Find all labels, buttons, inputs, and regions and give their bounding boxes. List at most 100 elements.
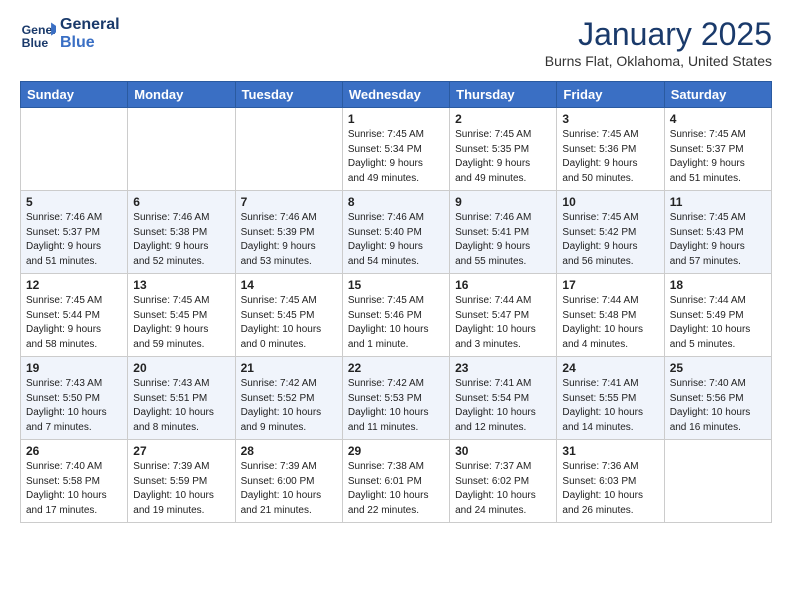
calendar-cell: 11 Sunrise: 7:45 AM Sunset: 5:43 PM Dayli… [664,191,771,274]
day-info: Sunrise: 7:38 AM Sunset: 6:01 PM Dayligh… [348,460,444,518]
day-info: Sunrise: 7:40 AM Sunset: 5:58 PM Dayligh… [26,460,122,518]
calendar-cell: 9Sunrise: 7:46 AM Sunset: 5:41 PM Daylig… [450,191,557,274]
calendar-cell: 31 Sunrise: 7:36 AM Sunset: 6:03 PM Dayli… [557,440,664,523]
calendar-cell: 20 Sunrise: 7:43 AM Sunset: 5:51 PM Dayli… [128,357,235,440]
calendar-cell: 10 Sunrise: 7:45 AM Sunset: 5:42 PM Dayli… [557,191,664,274]
calendar-cell: 16 Sunrise: 7:44 AM Sunset: 5:47 PM Dayli… [450,274,557,357]
day-info: Sunrise: 7:45 AM Sunset: 5:43 PM Dayligh… [670,211,766,269]
day-info: Sunrise: 7:46 AM Sunset: 5:37 PM Dayligh… [26,211,122,269]
day-info: Sunrise: 7:44 AM Sunset: 5:47 PM Dayligh… [455,294,551,352]
day-info: Sunrise: 7:45 AM Sunset: 5:45 PM Dayligh… [133,294,229,352]
day-info: Sunrise: 7:45 AM Sunset: 5:42 PM Dayligh… [562,211,658,269]
day-info: Sunrise: 7:46 AM Sunset: 5:39 PM Dayligh… [241,211,337,269]
svg-text:Blue: Blue [22,36,49,50]
month-title: January 2025 [545,16,772,53]
calendar-cell: 14 Sunrise: 7:45 AM Sunset: 5:45 PM Dayli… [235,274,342,357]
logo: General Blue General Blue [20,16,120,53]
day-number: 24 [562,361,658,375]
day-number: 1 [348,112,444,126]
header: General Blue General Blue January 2025 B… [20,16,772,69]
day-number: 31 [562,444,658,458]
day-number: 20 [133,361,229,375]
day-number: 18 [670,278,766,292]
calendar-row-5: 26 Sunrise: 7:40 AM Sunset: 5:58 PM Dayli… [21,440,772,523]
day-info: Sunrise: 7:46 AM Sunset: 5:38 PM Dayligh… [133,211,229,269]
day-info: Sunrise: 7:46 AM Sunset: 5:41 PM Dayligh… [455,211,551,269]
calendar-cell [21,108,128,191]
weekday-wednesday: Wednesday [342,82,449,108]
calendar-cell: 1 Sunrise: 7:45 AM Sunset: 5:34 PM Daylig… [342,108,449,191]
day-number: 29 [348,444,444,458]
day-info: Sunrise: 7:39 AM Sunset: 6:00 PM Dayligh… [241,460,337,518]
calendar-cell [664,440,771,523]
day-number: 21 [241,361,337,375]
weekday-monday: Monday [128,82,235,108]
calendar-cell [235,108,342,191]
day-number: 19 [26,361,122,375]
calendar-cell: 13Sunrise: 7:45 AM Sunset: 5:45 PM Dayli… [128,274,235,357]
calendar-row-4: 19 Sunrise: 7:43 AM Sunset: 5:50 PM Dayli… [21,357,772,440]
day-number: 30 [455,444,551,458]
calendar-row-1: 1 Sunrise: 7:45 AM Sunset: 5:34 PM Daylig… [21,108,772,191]
day-info: Sunrise: 7:45 AM Sunset: 5:35 PM Dayligh… [455,128,551,186]
title-block: January 2025 Burns Flat, Oklahoma, Unite… [545,16,772,69]
calendar-cell: 15Sunrise: 7:45 AM Sunset: 5:46 PM Dayli… [342,274,449,357]
day-number: 14 [241,278,337,292]
calendar-cell: 2Sunrise: 7:45 AM Sunset: 5:35 PM Daylig… [450,108,557,191]
weekday-header-row: SundayMondayTuesdayWednesdayThursdayFrid… [21,82,772,108]
day-info: Sunrise: 7:45 AM Sunset: 5:37 PM Dayligh… [670,128,766,186]
day-number: 10 [562,195,658,209]
weekday-tuesday: Tuesday [235,82,342,108]
calendar-cell: 22Sunrise: 7:42 AM Sunset: 5:53 PM Dayli… [342,357,449,440]
day-number: 7 [241,195,337,209]
day-number: 3 [562,112,658,126]
calendar-cell: 24Sunrise: 7:41 AM Sunset: 5:55 PM Dayli… [557,357,664,440]
svg-text:General: General [22,23,56,37]
day-number: 5 [26,195,122,209]
day-info: Sunrise: 7:44 AM Sunset: 5:48 PM Dayligh… [562,294,658,352]
calendar-cell: 8 Sunrise: 7:46 AM Sunset: 5:40 PM Daylig… [342,191,449,274]
day-info: Sunrise: 7:45 AM Sunset: 5:34 PM Dayligh… [348,128,444,186]
logo-line1: General [60,16,120,34]
location: Burns Flat, Oklahoma, United States [545,53,772,69]
day-info: Sunrise: 7:42 AM Sunset: 5:52 PM Dayligh… [241,377,337,435]
day-info: Sunrise: 7:46 AM Sunset: 5:40 PM Dayligh… [348,211,444,269]
weekday-saturday: Saturday [664,82,771,108]
calendar-cell [128,108,235,191]
day-info: Sunrise: 7:45 AM Sunset: 5:36 PM Dayligh… [562,128,658,186]
page: General Blue General Blue January 2025 B… [0,0,792,543]
day-info: Sunrise: 7:45 AM Sunset: 5:46 PM Dayligh… [348,294,444,352]
calendar-cell: 28 Sunrise: 7:39 AM Sunset: 6:00 PM Dayli… [235,440,342,523]
calendar-cell: 7 Sunrise: 7:46 AM Sunset: 5:39 PM Daylig… [235,191,342,274]
day-number: 17 [562,278,658,292]
day-info: Sunrise: 7:40 AM Sunset: 5:56 PM Dayligh… [670,377,766,435]
day-info: Sunrise: 7:43 AM Sunset: 5:50 PM Dayligh… [26,377,122,435]
day-number: 16 [455,278,551,292]
calendar-cell: 26 Sunrise: 7:40 AM Sunset: 5:58 PM Dayli… [21,440,128,523]
day-number: 22 [348,361,444,375]
calendar-cell: 3 Sunrise: 7:45 AM Sunset: 5:36 PM Daylig… [557,108,664,191]
calendar-cell: 30Sunrise: 7:37 AM Sunset: 6:02 PM Dayli… [450,440,557,523]
calendar-cell: 19 Sunrise: 7:43 AM Sunset: 5:50 PM Dayli… [21,357,128,440]
day-number: 6 [133,195,229,209]
weekday-thursday: Thursday [450,82,557,108]
day-number: 26 [26,444,122,458]
calendar-cell: 29 Sunrise: 7:38 AM Sunset: 6:01 PM Dayli… [342,440,449,523]
day-info: Sunrise: 7:43 AM Sunset: 5:51 PM Dayligh… [133,377,229,435]
calendar-row-2: 5 Sunrise: 7:46 AM Sunset: 5:37 PM Daylig… [21,191,772,274]
logo-icon: General Blue [20,16,56,52]
day-number: 4 [670,112,766,126]
calendar-cell: 25Sunrise: 7:40 AM Sunset: 5:56 PM Dayli… [664,357,771,440]
calendar-cell: 27Sunrise: 7:39 AM Sunset: 5:59 PM Dayli… [128,440,235,523]
day-info: Sunrise: 7:45 AM Sunset: 5:45 PM Dayligh… [241,294,337,352]
weekday-sunday: Sunday [21,82,128,108]
day-number: 12 [26,278,122,292]
day-info: Sunrise: 7:45 AM Sunset: 5:44 PM Dayligh… [26,294,122,352]
calendar-cell: 12 Sunrise: 7:45 AM Sunset: 5:44 PM Dayli… [21,274,128,357]
day-number: 28 [241,444,337,458]
calendar-cell: 4 Sunrise: 7:45 AM Sunset: 5:37 PM Daylig… [664,108,771,191]
day-number: 8 [348,195,444,209]
calendar-table: SundayMondayTuesdayWednesdayThursdayFrid… [20,81,772,523]
day-number: 11 [670,195,766,209]
day-info: Sunrise: 7:36 AM Sunset: 6:03 PM Dayligh… [562,460,658,518]
